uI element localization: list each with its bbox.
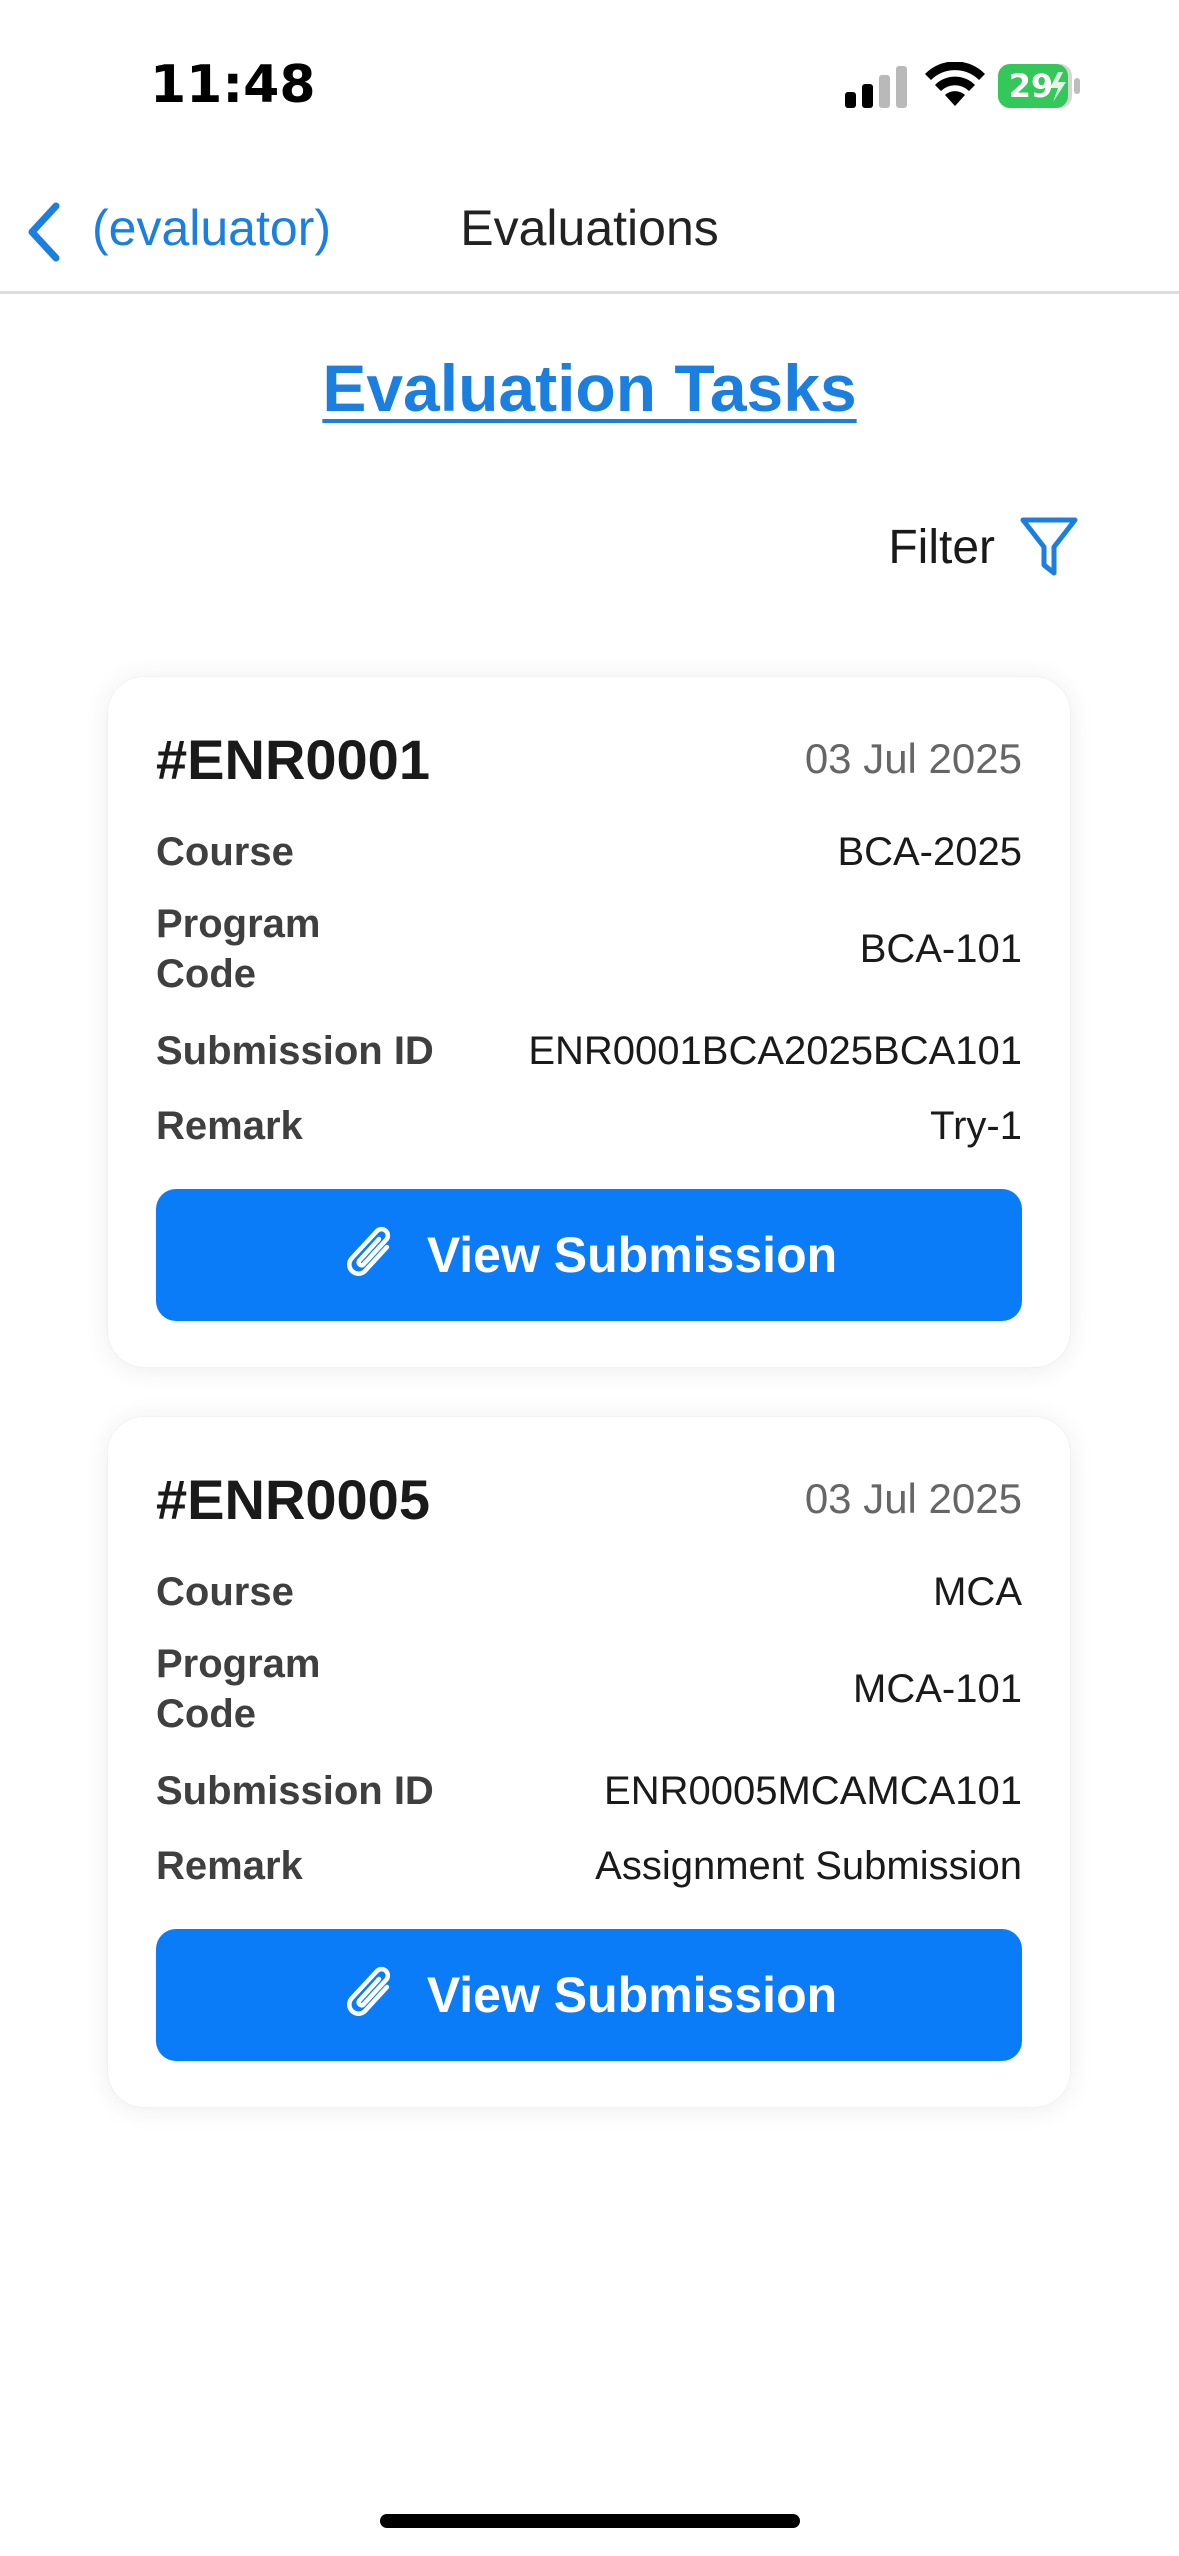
- paperclip-icon: [346, 1226, 390, 1276]
- submission-id-row: Submission ID ENR0001BCA2025BCA101: [156, 1026, 1022, 1076]
- submission-id-row: Submission ID ENR0005MCAMCA101: [156, 1766, 1022, 1816]
- view-submission-button[interactable]: View Submission: [156, 1189, 1022, 1321]
- course-value: BCA-2025: [837, 830, 1022, 874]
- evaluation-card: #ENR0005 03 Jul 2025 Course MCA Program …: [108, 1417, 1070, 2107]
- course-value: MCA: [933, 1570, 1022, 1614]
- wifi-icon: [925, 62, 985, 106]
- remark-label: Remark: [156, 1844, 303, 1888]
- program-code-label: Program Code: [156, 1642, 321, 1736]
- page-title: Evaluation Tasks: [322, 351, 857, 425]
- remark-value: Assignment Submission: [595, 1844, 1022, 1888]
- card-header: #ENR0005 03 Jul 2025: [156, 1467, 1022, 1537]
- status-time: 11:48: [150, 55, 316, 115]
- program-code-row: Program Code MCA-101: [156, 1639, 1022, 1739]
- submission-id-value: ENR0001BCA2025BCA101: [528, 1029, 1022, 1073]
- enrollment-id: #ENR0005: [156, 1468, 430, 1531]
- view-submission-label: View Submission: [426, 1227, 838, 1283]
- submission-id-label: Submission ID: [156, 1769, 434, 1813]
- submission-id-label: Submission ID: [156, 1029, 434, 1073]
- remark-value: Try-1: [930, 1104, 1022, 1148]
- submission-id-value: ENR0005MCAMCA101: [604, 1769, 1022, 1813]
- enrollment-id: #ENR0001: [156, 728, 430, 791]
- submission-date: 03 Jul 2025: [804, 1475, 1022, 1522]
- filter-button[interactable]: Filter: [888, 512, 1079, 582]
- paperclip-icon: [346, 1966, 390, 2016]
- status-bar: 11:48 29: [0, 0, 1179, 170]
- remark-row: Remark Try-1: [156, 1101, 1022, 1151]
- course-label: Course: [156, 830, 294, 874]
- view-submission-label: View Submission: [426, 1967, 838, 2023]
- course-row: Course BCA-2025: [156, 827, 1022, 877]
- course-row: Course MCA: [156, 1567, 1022, 1617]
- home-indicator[interactable]: [380, 2514, 800, 2528]
- program-code-value: MCA-101: [853, 1667, 1022, 1711]
- nav-title: Evaluations: [460, 200, 719, 256]
- card-header: #ENR0001 03 Jul 2025: [156, 727, 1022, 797]
- program-code-row: Program Code BCA-101: [156, 899, 1022, 999]
- program-code-value: BCA-101: [859, 927, 1022, 971]
- view-submission-button[interactable]: View Submission: [156, 1929, 1022, 2061]
- cellular-signal-icon: [845, 66, 907, 108]
- battery-level: 29: [1008, 67, 1054, 105]
- funnel-icon: [1020, 517, 1078, 576]
- remark-row: Remark Assignment Submission: [156, 1841, 1022, 1891]
- program-code-label: Program Code: [156, 902, 321, 996]
- navigation-bar: (evaluator) Evaluations: [0, 170, 1179, 294]
- evaluation-card: #ENR0001 03 Jul 2025 Course BCA-2025 Pro…: [108, 677, 1070, 1367]
- remark-label: Remark: [156, 1104, 303, 1148]
- submission-date: 03 Jul 2025: [804, 735, 1022, 782]
- course-label: Course: [156, 1570, 294, 1614]
- filter-label: Filter: [888, 520, 995, 574]
